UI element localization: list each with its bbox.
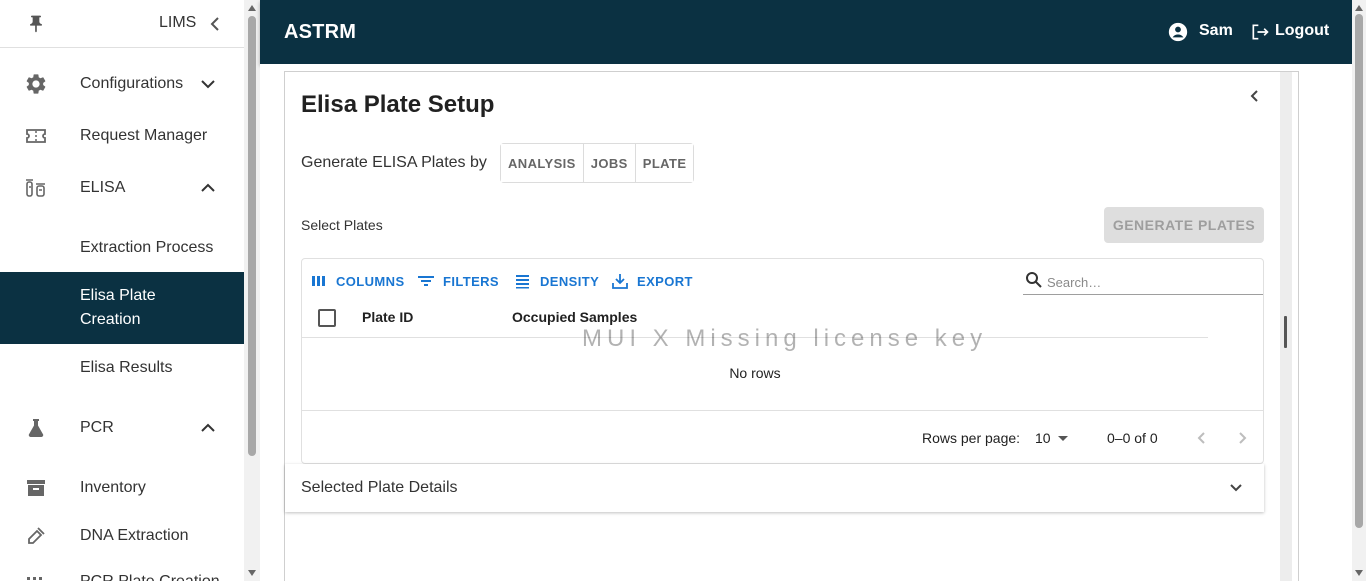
filter-icon	[418, 276, 434, 286]
sidebar-item-elisa[interactable]: ELISA	[0, 164, 244, 212]
toggle-analysis[interactable]: ANALYSIS	[501, 144, 584, 182]
license-watermark: MUI X Missing license key	[582, 325, 988, 352]
export-label: EXPORT	[637, 273, 693, 289]
scrollbar-thumb[interactable]	[1355, 14, 1363, 528]
filters-label: FILTERS	[443, 273, 499, 289]
scroll-down-arrow[interactable]	[1355, 570, 1363, 576]
previous-page-icon[interactable]	[1194, 430, 1210, 446]
accordion-title: Selected Plate Details	[301, 479, 458, 496]
sidebar-item-dna-extraction[interactable]: DNA Extraction	[0, 512, 244, 560]
gear-icon	[24, 72, 48, 96]
brand-title: ASTRM	[284, 21, 357, 43]
sidebar-item-pcr[interactable]: PCR	[0, 404, 244, 452]
flask-icon	[24, 416, 48, 440]
sidebar-item-label: PCR Plate Creation	[80, 573, 220, 581]
logout-icon[interactable]	[1250, 22, 1270, 42]
sidebar-item-label: Request Manager	[80, 127, 208, 144]
user-name[interactable]: Sam	[1199, 22, 1233, 40]
no-rows-message: No rows	[729, 365, 781, 381]
density-label: DENSITY	[540, 273, 600, 289]
toggle-plate[interactable]: PLATE	[635, 144, 694, 182]
toggle-jobs[interactable]: JOBS	[583, 144, 636, 182]
density-button[interactable]: DENSITY	[514, 273, 599, 289]
generate-by-toggle-group: ANALYSIS JOBS PLATE	[500, 143, 695, 183]
generate-plates-button[interactable]: GENERATE PLATES	[1104, 207, 1264, 243]
download-icon	[612, 274, 628, 289]
sidebar-item-elisa-plate-creation[interactable]: Elisa Plate Creation	[0, 272, 244, 344]
chevron-left-icon[interactable]	[1247, 88, 1263, 104]
columns-icon	[312, 276, 325, 286]
sidebar-header: LIMS	[0, 0, 244, 48]
sidebar-item-extraction-process[interactable]: Extraction Process	[0, 224, 244, 272]
pin-icon[interactable]	[26, 14, 46, 34]
sidebar-item-pcr-plate-creation[interactable]: PCR Plate Creation	[0, 560, 244, 581]
export-button[interactable]: EXPORT	[611, 273, 693, 289]
plates-data-grid: COLUMNS FILTERS DENSITY EXPORT Plate ID …	[301, 258, 1264, 464]
column-header-occupied-samples[interactable]: Occupied Samples	[512, 309, 637, 325]
sidebar-item-label: Configurations	[80, 75, 184, 92]
expand-more-icon[interactable]	[1227, 479, 1245, 497]
select-plates-label: Select Plates	[301, 217, 383, 233]
scroll-up-arrow[interactable]	[248, 5, 256, 11]
sidebar-item-label: Elisa Results	[80, 359, 173, 376]
sidebar-title: LIMS	[159, 14, 197, 31]
ticket-icon	[24, 124, 48, 148]
columns-button[interactable]: COLUMNS	[310, 273, 405, 289]
chevron-up-icon	[198, 178, 218, 198]
sidebar-item-elisa-results[interactable]: Elisa Results	[0, 344, 244, 392]
caret-down-icon[interactable]	[1058, 436, 1068, 441]
search-icon	[1025, 271, 1043, 289]
page-scrollbar[interactable]	[1352, 0, 1366, 581]
logout-button[interactable]: Logout	[1275, 22, 1329, 40]
collapse-sidebar-icon[interactable]	[207, 15, 223, 33]
sidebar-item-inventory[interactable]: Inventory	[0, 464, 244, 512]
sidebar-item-label: ELISA	[80, 179, 126, 196]
sidebar-item-label: DNA Extraction	[80, 527, 189, 544]
select-all-checkbox[interactable]	[318, 309, 336, 327]
rows-per-page-select[interactable]: 10	[1035, 430, 1051, 446]
sidebar-scrollbar[interactable]	[244, 0, 260, 581]
scrollbar-thumb[interactable]	[248, 16, 256, 456]
sidebar-item-label: Elisa Plate Creation	[80, 287, 156, 328]
sidebar-item-configurations[interactable]: Configurations	[0, 60, 244, 108]
sidebar-item-label: Extraction Process	[80, 239, 214, 256]
archive-icon	[24, 476, 48, 500]
app-header: ASTRM Sam Logout	[260, 0, 1352, 64]
sidebar: LIMS Configurations Request Manager ELIS…	[0, 0, 244, 581]
app-root: LIMS Configurations Request Manager ELIS…	[0, 0, 1366, 581]
rows-per-page-label: Rows per page:	[922, 430, 1021, 446]
pipette-icon	[24, 524, 48, 548]
chevron-down-icon	[198, 74, 218, 94]
selected-plate-details-accordion[interactable]: Selected Plate Details	[285, 464, 1264, 512]
columns-label: COLUMNS	[336, 273, 405, 289]
grid-dots-icon	[24, 572, 48, 581]
grid-search	[1023, 267, 1263, 295]
chevron-up-icon	[198, 418, 218, 438]
search-input[interactable]	[1047, 272, 1257, 292]
next-page-icon[interactable]	[1234, 430, 1250, 446]
page-title: Elisa Plate Setup	[301, 91, 495, 118]
resize-handle[interactable]	[1284, 316, 1287, 348]
sidebar-item-request-manager[interactable]: Request Manager	[0, 112, 244, 160]
column-header-plate-id[interactable]: Plate ID	[362, 309, 413, 325]
scroll-down-arrow[interactable]	[248, 570, 256, 576]
grid-pagination: Rows per page: 10 0–0 of 0	[302, 410, 1263, 463]
density-icon	[516, 275, 529, 289]
account-circle-icon[interactable]	[1168, 22, 1188, 42]
sidebar-item-label: Inventory	[80, 479, 146, 496]
scroll-up-arrow[interactable]	[1355, 5, 1363, 11]
sidebar-item-label: PCR	[80, 419, 114, 436]
test-tubes-icon	[24, 176, 48, 200]
pagination-range: 0–0 of 0	[1107, 430, 1158, 446]
filters-button[interactable]: FILTERS	[417, 273, 499, 289]
generate-by-label: Generate ELISA Plates by	[301, 154, 487, 171]
